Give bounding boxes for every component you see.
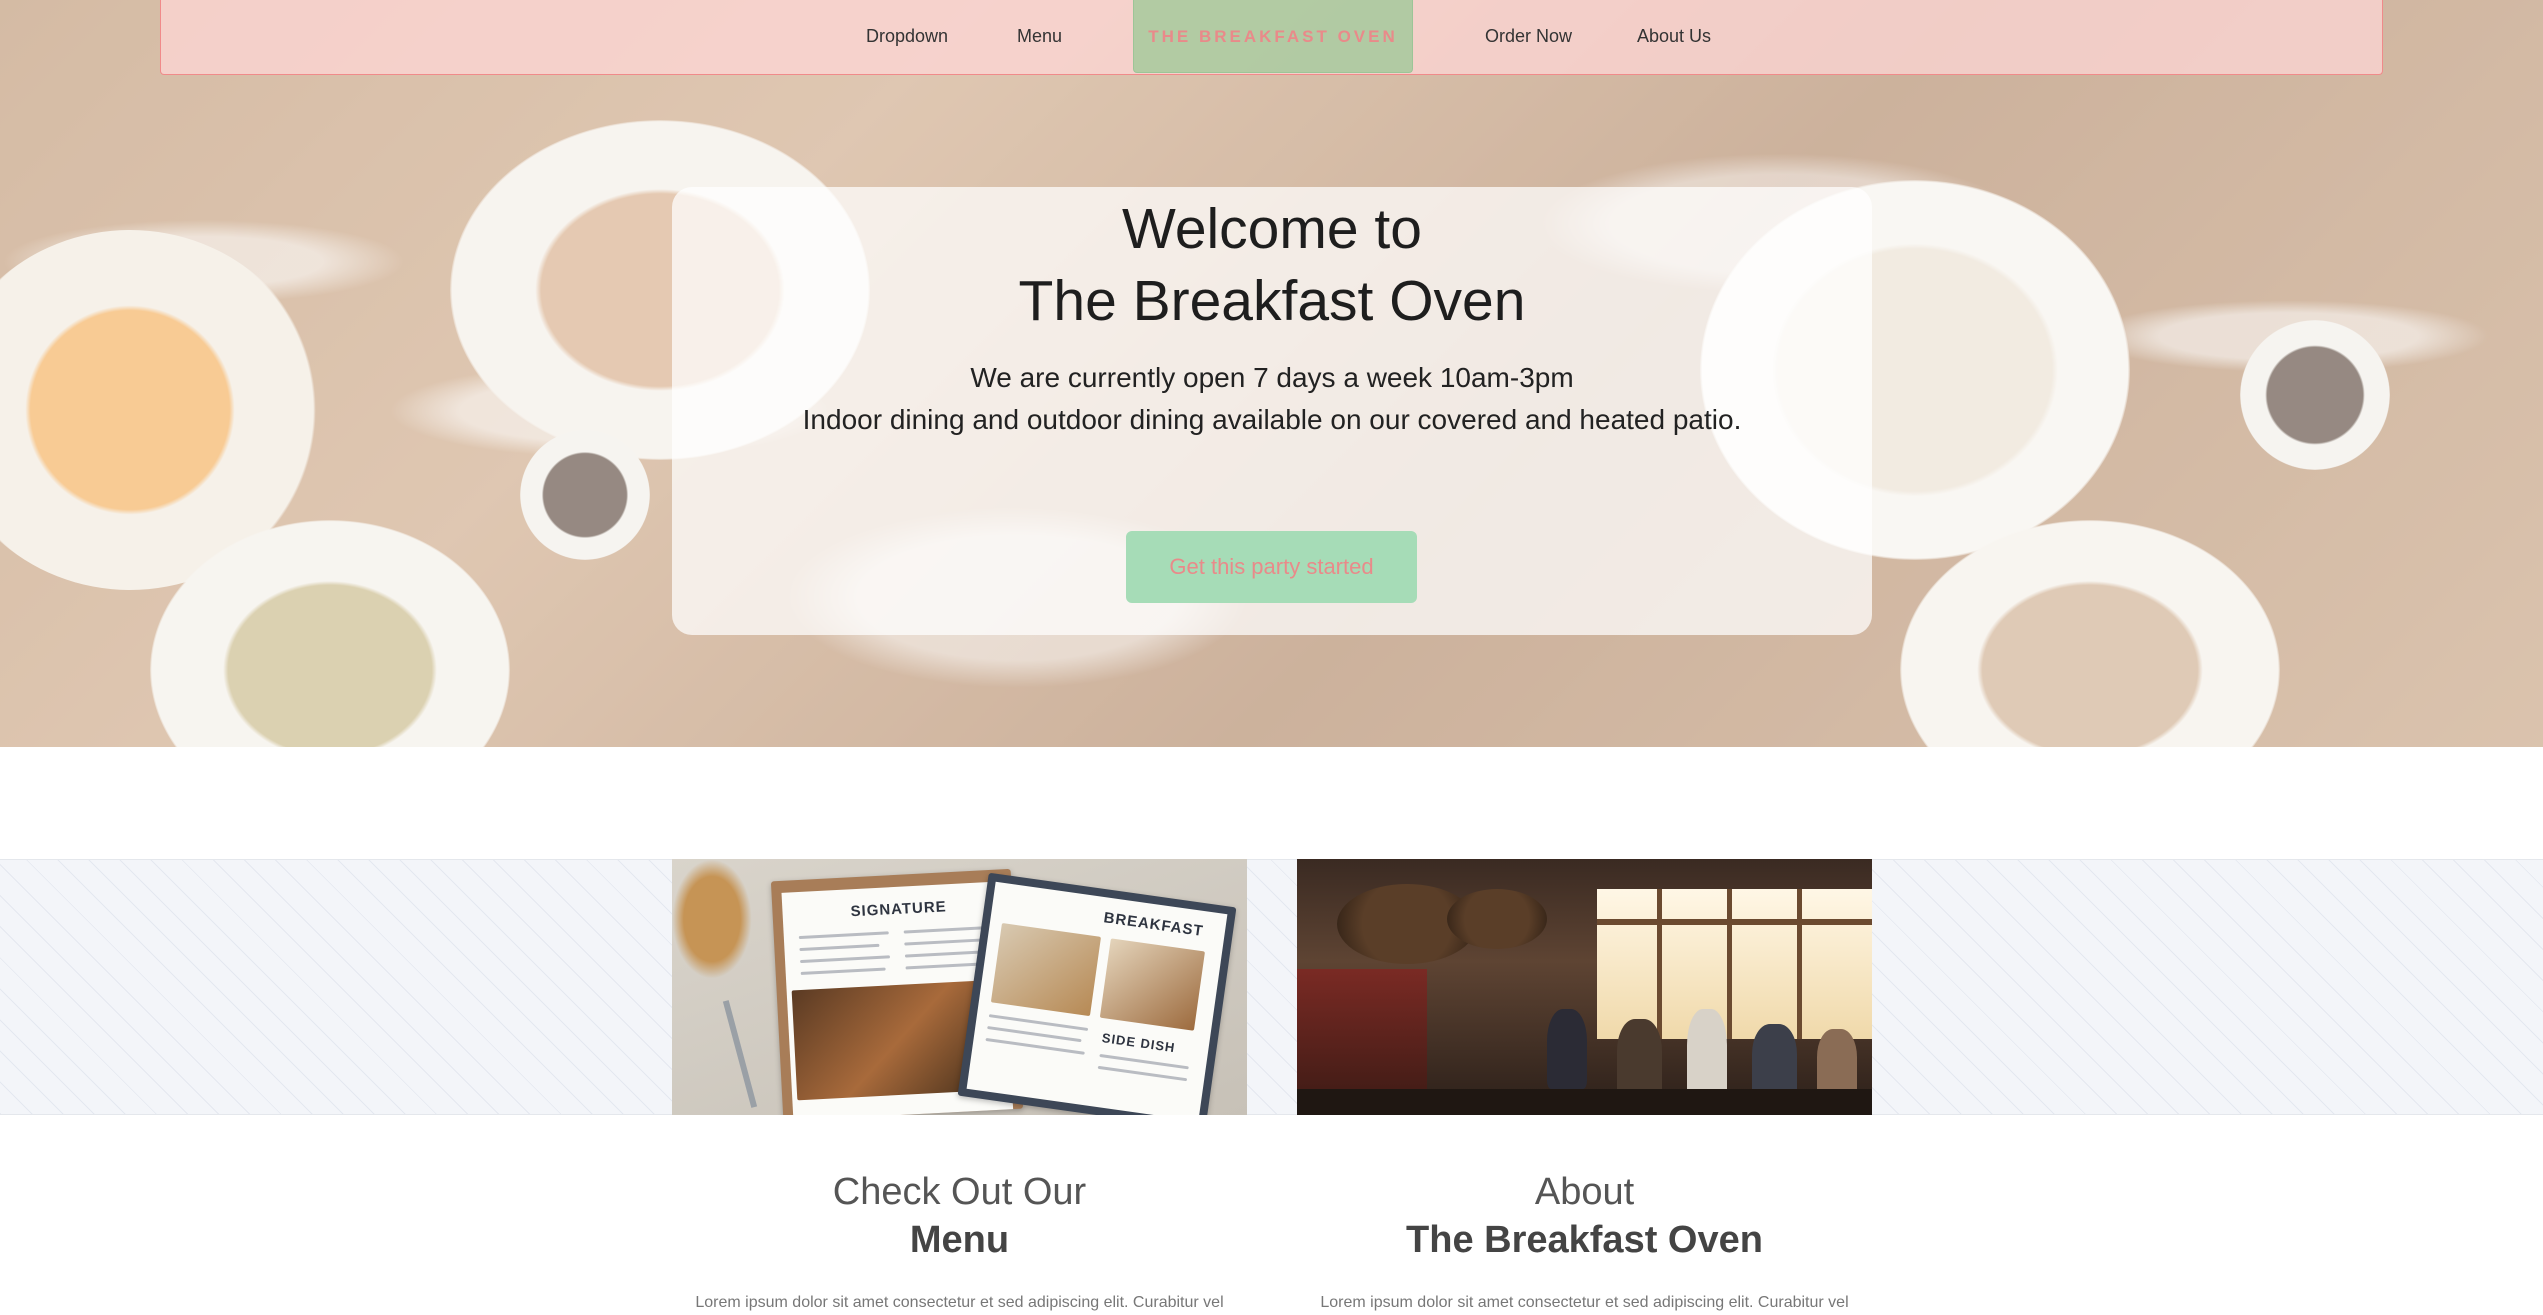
menu-column-title-bold[interactable]: Menu bbox=[672, 1216, 1247, 1264]
welcome-card: Welcome to The Breakfast Oven We are cur… bbox=[672, 187, 1872, 635]
window-pane bbox=[1597, 919, 1872, 925]
welcome-title: Welcome to The Breakfast Oven bbox=[672, 193, 1872, 337]
welcome-subtitle: We are currently open 7 days a week 10am… bbox=[672, 357, 1872, 441]
restaurant-photo[interactable] bbox=[1297, 859, 1872, 1115]
window-pane bbox=[1657, 889, 1662, 1039]
nav-link-menu[interactable]: Menu bbox=[1017, 26, 1062, 47]
hero-section: Dropdown Menu THE BREAKFAST OVEN Order N… bbox=[0, 0, 2543, 747]
menu-column-text: Lorem ipsum dolor sit amet consectetur e… bbox=[695, 1294, 1224, 1311]
opening-hours-text: We are currently open 7 days a week 10am… bbox=[970, 362, 1574, 393]
welcome-title-line1: Welcome to bbox=[1122, 197, 1422, 261]
dining-info-text: Indoor dining and outdoor dining availab… bbox=[802, 404, 1742, 435]
restaurant-floor bbox=[1297, 1089, 1872, 1115]
menu-sheet-right-food bbox=[990, 923, 1102, 1017]
bread-decoration bbox=[672, 859, 752, 979]
about-column-text: Lorem ipsum dolor sit amet consectetur e… bbox=[1320, 1294, 1849, 1311]
nav-link-about-us[interactable]: About Us bbox=[1637, 26, 1711, 47]
welcome-title-line2: The Breakfast Oven bbox=[1018, 269, 1526, 333]
window-pane bbox=[1727, 889, 1732, 1039]
menu-column-title-light: Check Out Our bbox=[832, 1171, 1087, 1213]
nav-brand-logo[interactable]: THE BREAKFAST OVEN bbox=[1133, 0, 1413, 73]
diner bbox=[1617, 1019, 1662, 1099]
diner bbox=[1752, 1024, 1797, 1099]
get-started-button[interactable]: Get this party started bbox=[1126, 531, 1417, 603]
window-pane bbox=[1797, 889, 1802, 1039]
nav-link-order-now[interactable]: Order Now bbox=[1485, 26, 1572, 47]
image-band bbox=[0, 859, 2543, 1115]
fork-decoration bbox=[722, 1000, 758, 1108]
menu-sheet-right: BREAKFAST SIDE DISH bbox=[957, 872, 1237, 1115]
top-navbar: Dropdown Menu THE BREAKFAST OVEN Order N… bbox=[160, 0, 2383, 75]
nav-link-dropdown[interactable]: Dropdown bbox=[866, 26, 948, 47]
menu-photo[interactable]: SIGNATURE BREAKFAST SIDE DISH bbox=[672, 859, 1247, 1115]
restaurant-lamp bbox=[1447, 889, 1547, 949]
diner bbox=[1687, 1009, 1727, 1099]
menu-column: Check Out Our Menu Lorem ipsum dolor sit… bbox=[672, 1168, 1247, 1312]
about-column-title-light: About bbox=[1534, 1171, 1635, 1213]
diner bbox=[1547, 1009, 1587, 1089]
restaurant-window bbox=[1597, 889, 1872, 1039]
menu-sheet-right-food bbox=[1099, 938, 1206, 1031]
about-column: About The Breakfast Oven Lorem ipsum dol… bbox=[1297, 1168, 1872, 1312]
about-column-title-bold[interactable]: The Breakfast Oven bbox=[1297, 1216, 1872, 1264]
